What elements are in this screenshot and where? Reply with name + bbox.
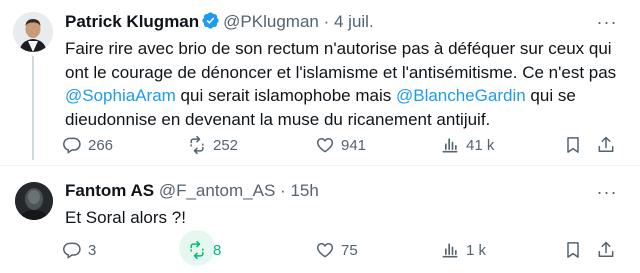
more-icon[interactable]: ··· [596,183,618,201]
mention-link[interactable]: @BlancheGardin [396,86,526,105]
author-handle[interactable]: @PKlugman [223,12,319,31]
like-button[interactable]: 941 [315,133,366,157]
views-count: 41 k [466,136,495,154]
share-icon [598,136,614,152]
tweet-header: Fantom AS @F_antom_AS · 15h [65,180,319,202]
repost-count: 252 [213,136,239,154]
avatar-fantom-as[interactable] [15,182,53,220]
separator-dot: · [323,12,330,31]
tweet-text: Faire rire avec brio de son rectum n'aut… [65,37,625,131]
reply-count: 266 [88,136,114,154]
views-button[interactable]: 1 k [440,238,486,262]
text-segment: Faire rire avec brio de son rectum n'aut… [65,39,617,82]
more-icon[interactable]: ··· [596,13,618,31]
views-icon [442,138,458,153]
tweet-text: Et Soral alors ?! [65,208,186,227]
bookmark-button[interactable] [563,133,583,157]
share-button[interactable] [596,133,616,157]
bookmark-icon [567,242,579,258]
like-count: 75 [341,241,358,259]
repost-button[interactable]: 252 [187,133,238,157]
separator-dot: · [280,181,286,200]
tweet-actions: 3 8 75 1 k [62,230,622,266]
reply-icon [63,137,81,154]
reply-icon [63,242,81,259]
tweet-header: Patrick Klugman @PKlugman · 4 juil. [65,11,374,36]
author-name[interactable]: Patrick Klugman [65,12,199,31]
repost-icon [190,135,204,155]
views-icon [442,243,458,258]
mention-link[interactable]: @SophiaAram [65,86,176,105]
reply-count: 3 [88,241,97,259]
repost-count: 8 [213,241,222,259]
like-count: 941 [341,136,367,154]
like-button[interactable]: 75 [315,238,358,262]
tweet-actions: 266 252 941 41 k [62,133,622,157]
views-count: 1 k [466,241,487,259]
timestamp[interactable]: 4 juil. [334,12,374,31]
like-icon [316,137,334,153]
author-name[interactable]: Fantom AS [65,181,154,200]
reply-button[interactable]: 3 [62,238,96,262]
avatar-patrick-klugman[interactable] [13,12,53,52]
repost-icon [190,240,204,260]
share-icon [598,241,614,257]
repost-button[interactable]: 8 [179,230,222,266]
bookmark-icon [567,137,579,153]
reply-button[interactable]: 266 [62,133,113,157]
text-segment: qui serait islamophobe mais [175,86,396,105]
timestamp[interactable]: 15h [290,181,318,200]
share-button[interactable] [596,238,616,262]
author-handle[interactable]: @F_antom_AS [159,181,275,200]
like-icon [316,242,334,258]
verified-icon [201,11,220,36]
bookmark-button[interactable] [563,238,583,262]
views-button[interactable]: 41 k [440,133,494,157]
